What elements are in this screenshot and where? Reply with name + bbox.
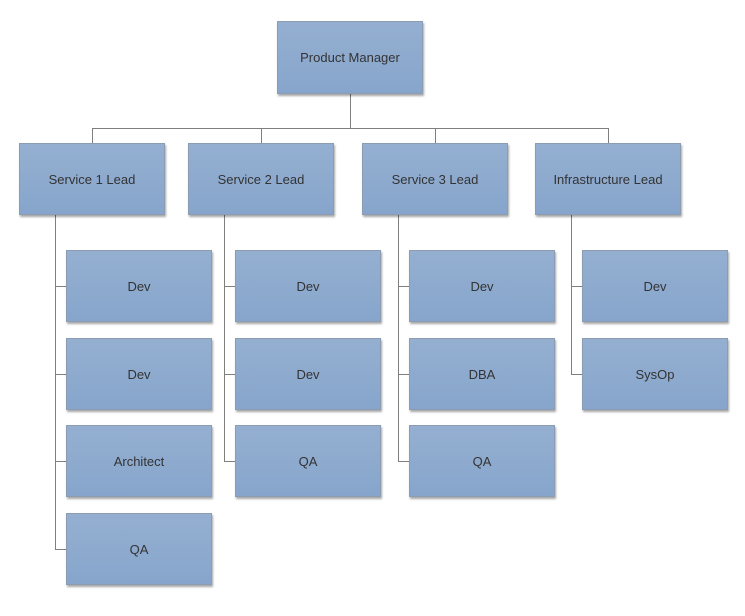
- node-lead-4[interactable]: Infrastructure Lead: [535, 143, 681, 215]
- node-label: Service 3 Lead: [391, 171, 479, 187]
- node-label: Service 1 Lead: [48, 171, 136, 187]
- node-label: Dev: [127, 366, 151, 382]
- node-lead-1[interactable]: Service 1 Lead: [19, 143, 165, 215]
- node-report[interactable]: Dev: [582, 250, 728, 322]
- node-label: SysOp: [635, 366, 675, 382]
- node-label: DBA: [468, 366, 496, 382]
- node-report[interactable]: SysOp: [582, 338, 728, 410]
- node-report[interactable]: QA: [66, 513, 212, 585]
- node-label: Service 2 Lead: [217, 171, 305, 187]
- node-report[interactable]: Dev: [66, 250, 212, 322]
- node-label: Dev: [127, 278, 151, 294]
- node-label: QA: [472, 453, 492, 469]
- node-label: Product Manager: [300, 50, 400, 65]
- node-product-manager[interactable]: Product Manager: [277, 21, 423, 94]
- connector-lead: [608, 128, 609, 143]
- node-report[interactable]: Architect: [66, 425, 212, 497]
- node-lead-2[interactable]: Service 2 Lead: [188, 143, 334, 215]
- node-report[interactable]: Dev: [235, 338, 381, 410]
- node-label: Dev: [296, 366, 320, 382]
- node-label: Dev: [296, 278, 320, 294]
- connector-lead: [92, 128, 93, 143]
- node-report[interactable]: QA: [235, 425, 381, 497]
- connector-lead: [435, 128, 436, 143]
- node-report[interactable]: Dev: [66, 338, 212, 410]
- node-report[interactable]: QA: [409, 425, 555, 497]
- node-label: QA: [298, 453, 318, 469]
- connector-root: [350, 94, 351, 128]
- connector-vertical: [571, 215, 572, 374]
- connector-lead: [261, 128, 262, 143]
- node-report[interactable]: Dev: [409, 250, 555, 322]
- node-label: Dev: [470, 278, 494, 294]
- node-label: QA: [129, 541, 149, 557]
- connector-vertical: [398, 215, 399, 461]
- connector-vertical: [224, 215, 225, 461]
- node-label: Dev: [643, 278, 667, 294]
- connector-bus: [92, 128, 609, 129]
- connector-vertical: [55, 215, 56, 549]
- node-report[interactable]: DBA: [409, 338, 555, 410]
- org-chart: Product Manager Service 1 Lead Dev Dev Arch…: [0, 0, 745, 616]
- node-label: Infrastructure Lead: [553, 171, 663, 187]
- node-label: Architect: [113, 453, 165, 469]
- node-lead-3[interactable]: Service 3 Lead: [362, 143, 508, 215]
- node-report[interactable]: Dev: [235, 250, 381, 322]
